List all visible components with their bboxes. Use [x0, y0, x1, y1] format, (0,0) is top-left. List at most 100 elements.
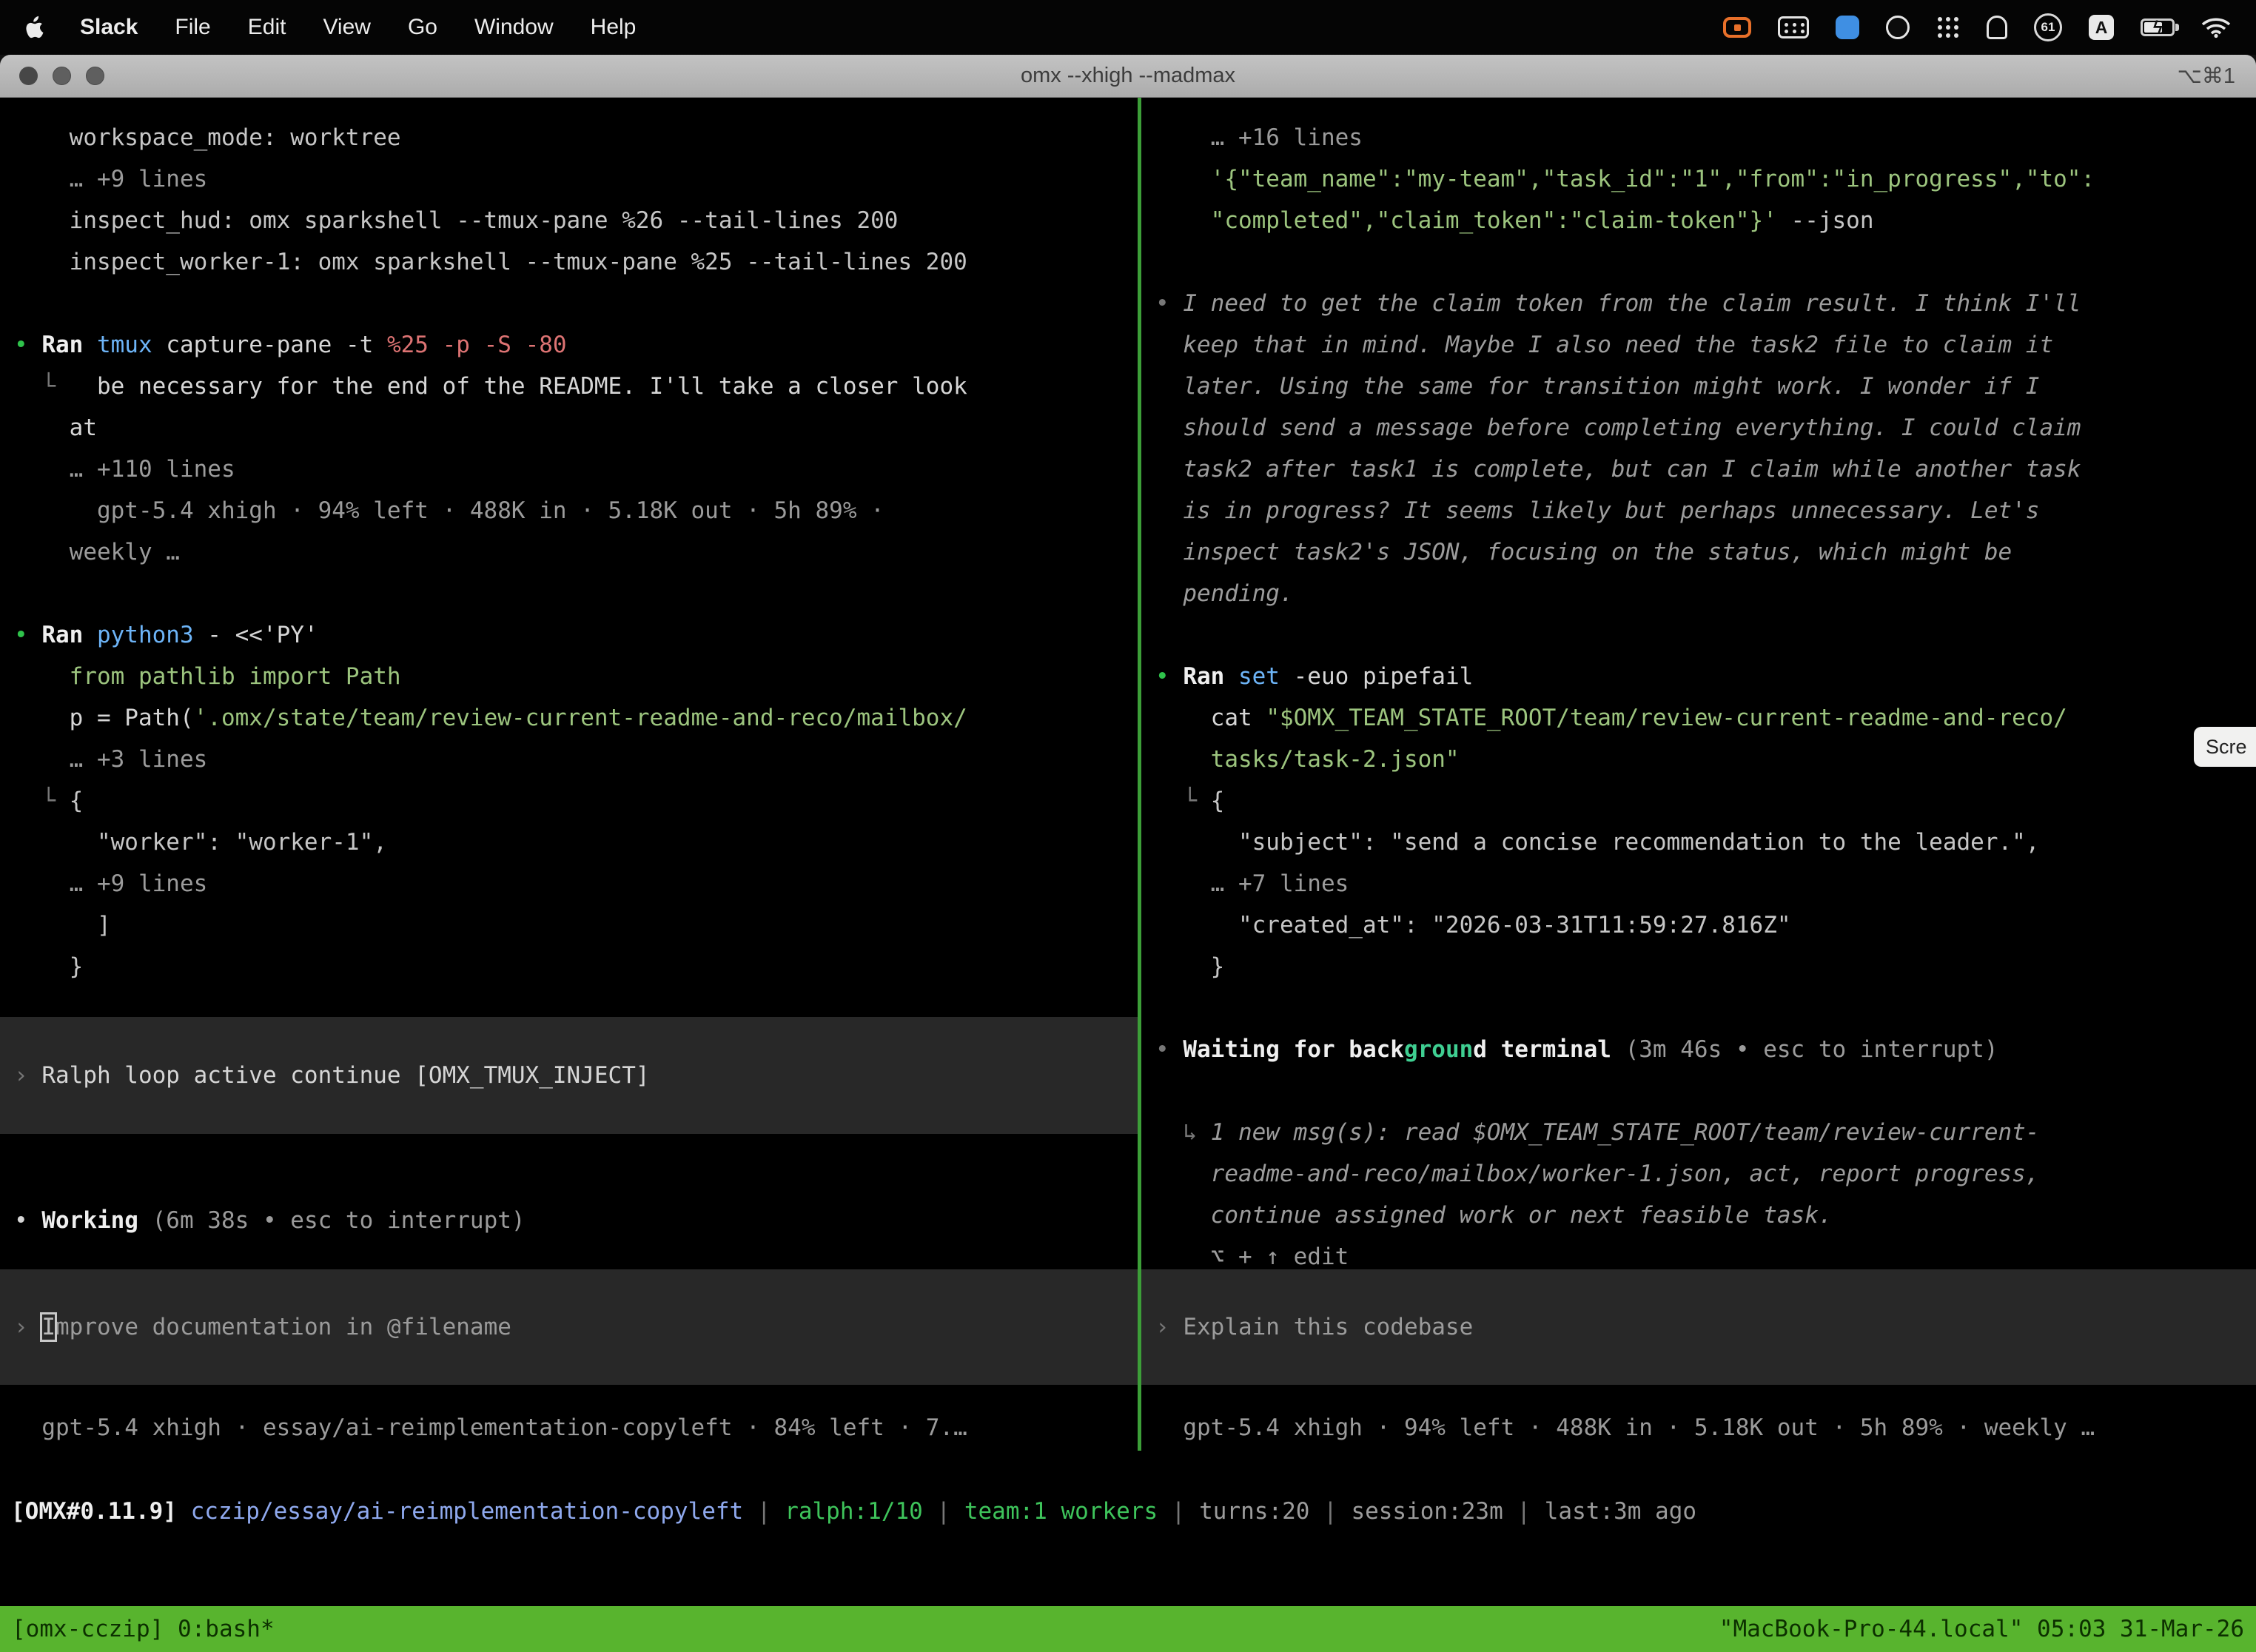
blue-app-icon[interactable]	[1836, 16, 1859, 39]
terminal-line: "MacBook-Pro-44.local" 05:03 31-Mar-26	[1719, 1616, 2244, 1642]
terminal-line: … +16 lines	[1155, 117, 2256, 158]
terminal-line: pending.	[1155, 573, 2256, 614]
working-status: • Working (6m 38s • esc to interrupt)	[0, 1200, 1138, 1241]
terminal-line: "subject": "send a concise recommendatio…	[1155, 822, 2256, 863]
terminal-line: [OMX#0.11.9] cczip/essay/ai-reimplementa…	[11, 1491, 2256, 1532]
terminal-line: gpt-5.4 xhigh · 94% left · 488K in · 5.1…	[1155, 1407, 2256, 1448]
zoom-button[interactable]	[86, 67, 104, 85]
terminal-line: inspect_hud: omx sparkshell --tmux-pane …	[14, 200, 1138, 241]
tmux-session-window: [omx-cczip] 0:bash*	[12, 1616, 275, 1642]
terminal-line: └ {	[14, 780, 1138, 822]
close-button[interactable]	[19, 67, 38, 85]
composer-input-left[interactable]: › Improve documentation in @filename	[0, 1269, 1138, 1385]
minimize-button[interactable]	[53, 67, 71, 85]
wifi-icon[interactable]	[2201, 16, 2231, 38]
menu-item-go[interactable]: Go	[408, 15, 437, 40]
terminal-line: "worker": "worker-1",	[14, 822, 1138, 863]
composer-input-right[interactable]: › Explain this codebase	[1141, 1269, 2256, 1385]
terminal-line: • Waiting for background terminal (3m 46…	[1155, 1029, 2256, 1070]
terminal-line: › Ralph loop active continue [OMX_TMUX_I…	[14, 1055, 1138, 1096]
window-title: omx --xhigh --madmax	[0, 64, 2256, 88]
terminal-line: … +7 lines	[1155, 863, 2256, 904]
terminal-line: cat "$OMX_TEAM_STATE_ROOT/team/review-cu…	[1155, 697, 2256, 739]
terminal-line: }	[14, 946, 1138, 987]
terminal-line: "created_at": "2026-03-31T11:59:27.816Z"	[1155, 904, 2256, 946]
terminal-line: • Ran tmux capture-pane -t %25 -p -S -80	[14, 324, 1138, 366]
terminal-line: p = Path('.omx/state/team/review-current…	[14, 697, 1138, 739]
terminal-line: readme-and-reco/mailbox/worker-1.json, a…	[1155, 1153, 2256, 1195]
copilot-icon[interactable]	[1886, 16, 1910, 39]
right-pane[interactable]: … +16 lines '{"team_name":"my-team","tas…	[1141, 98, 2256, 1451]
left-footer-status: gpt-5.4 xhigh · essay/ai-reimplementatio…	[0, 1407, 1138, 1448]
terminal-line: › Improve documentation in @filename	[14, 1306, 1138, 1348]
menu-item-slack[interactable]: Slack	[80, 15, 138, 40]
terminal-line: task2 after task1 is complete, but can I…	[1155, 449, 2256, 490]
menu-bar: Slack File Edit View Go Window Help 61 A…	[0, 0, 2256, 55]
terminal-line: └ {	[1155, 780, 2256, 822]
screen-recording-icon[interactable]	[1723, 17, 1751, 38]
terminal-line: '{"team_name":"my-team","task_id":"1","f…	[1155, 158, 2256, 200]
terminal-line: "completed","claim_token":"claim-token"}…	[1155, 200, 2256, 241]
terminal-line: is in progress? It seems likely but perh…	[1155, 490, 2256, 531]
input-source-icon[interactable]: A	[2089, 15, 2114, 40]
terminal-line: from pathlib import Path	[14, 656, 1138, 697]
tmux-status-bar: [omx-cczip] 0:bash* "MacBook-Pro-44.loca…	[0, 1606, 2256, 1652]
terminal-line	[1155, 614, 2256, 656]
terminal-line: should send a message before completing …	[1155, 407, 2256, 449]
window-titlebar: omx --xhigh --madmax ⌥⌘1	[0, 55, 2256, 98]
battery-percent-badge[interactable]: 61	[2034, 13, 2062, 41]
ralph-loop-banner: › Ralph loop active continue [OMX_TMUX_I…	[0, 1017, 1138, 1134]
window-shortcut: ⌥⌘1	[2177, 63, 2235, 89]
terminal-line: workspace_mode: worktree	[14, 117, 1138, 158]
terminal-line	[1155, 1070, 2256, 1112]
terminal-line: ]	[14, 904, 1138, 946]
menu-item-edit[interactable]: Edit	[248, 15, 286, 40]
terminal-line: • Ran python3 - <<'PY'	[14, 614, 1138, 656]
menu-item-file[interactable]: File	[175, 15, 210, 40]
terminal-line: inspect_worker-1: omx sparkshell --tmux-…	[14, 241, 1138, 283]
terminal-line: › Explain this codebase	[1155, 1306, 2256, 1348]
terminal-line: later. Using the same for transition mig…	[1155, 366, 2256, 407]
terminal-line: └ be necessary for the end of the README…	[14, 366, 1138, 407]
terminal-line	[14, 573, 1138, 614]
terminal-line	[1155, 987, 2256, 1029]
terminal-line: … +9 lines	[14, 863, 1138, 904]
ghost-icon[interactable]	[1987, 16, 2007, 39]
terminal-line: at	[14, 407, 1138, 449]
terminal-line: tasks/task-2.json"	[1155, 739, 2256, 780]
left-pane[interactable]: workspace_mode: worktree … +9 lines insp…	[0, 98, 1138, 1451]
keyboard-icon[interactable]	[1778, 16, 1809, 38]
left-pane-scrollback: workspace_mode: worktree … +9 lines insp…	[0, 98, 1138, 987]
terminal-line: … +9 lines	[14, 158, 1138, 200]
terminal-line: … +3 lines	[14, 739, 1138, 780]
right-footer-status: gpt-5.4 xhigh · 94% left · 488K in · 5.1…	[1141, 1407, 2256, 1448]
screen-notification-text: Scre	[2206, 736, 2247, 759]
omx-status-line: [OMX#0.11.9] cczip/essay/ai-reimplementa…	[0, 1491, 2256, 1532]
terminal-line: gpt-5.4 xhigh · 94% left · 488K in · 5.1…	[14, 490, 1138, 531]
tmux-host-clock: "MacBook-Pro-44.local" 05:03 31-Mar-26	[1719, 1616, 2244, 1642]
battery-icon[interactable]: ϟ	[2141, 19, 2175, 36]
menu-item-help[interactable]: Help	[591, 15, 637, 40]
menu-item-window[interactable]: Window	[474, 15, 554, 40]
terminal-line: continue assigned work or next feasible …	[1155, 1195, 2256, 1236]
terminal-line	[1155, 241, 2256, 283]
terminal-line: keep that in mind. Maybe I also need the…	[1155, 324, 2256, 366]
terminal-line: inspect task2's JSON, focusing on the st…	[1155, 531, 2256, 573]
menu-item-view[interactable]: View	[323, 15, 370, 40]
right-pane-scrollback: … +16 lines '{"team_name":"my-team","tas…	[1141, 98, 2256, 1277]
terminal-line: }	[1155, 946, 2256, 987]
terminal-line: gpt-5.4 xhigh · essay/ai-reimplementatio…	[14, 1407, 1138, 1448]
dots-grid-icon[interactable]	[1936, 16, 1960, 39]
screen-notification: Scre	[2194, 727, 2256, 767]
terminal-line	[14, 283, 1138, 324]
terminal-line: … +110 lines	[14, 449, 1138, 490]
terminal-line: weekly …	[14, 531, 1138, 573]
terminal-line: • I need to get the claim token from the…	[1155, 283, 2256, 324]
terminal-line: • Working (6m 38s • esc to interrupt)	[14, 1200, 1138, 1241]
terminal-line: ↳ 1 new msg(s): read $OMX_TEAM_STATE_ROO…	[1155, 1112, 2256, 1153]
terminal-line: • Ran set -euo pipefail	[1155, 656, 2256, 697]
terminal-line: [omx-cczip] 0:bash*	[12, 1616, 275, 1642]
apple-menu-icon[interactable]	[25, 16, 44, 39]
menu-bar-status-icons: 61 A ϟ	[1723, 13, 2231, 41]
tmux-panes: workspace_mode: worktree … +9 lines insp…	[0, 98, 2256, 1451]
